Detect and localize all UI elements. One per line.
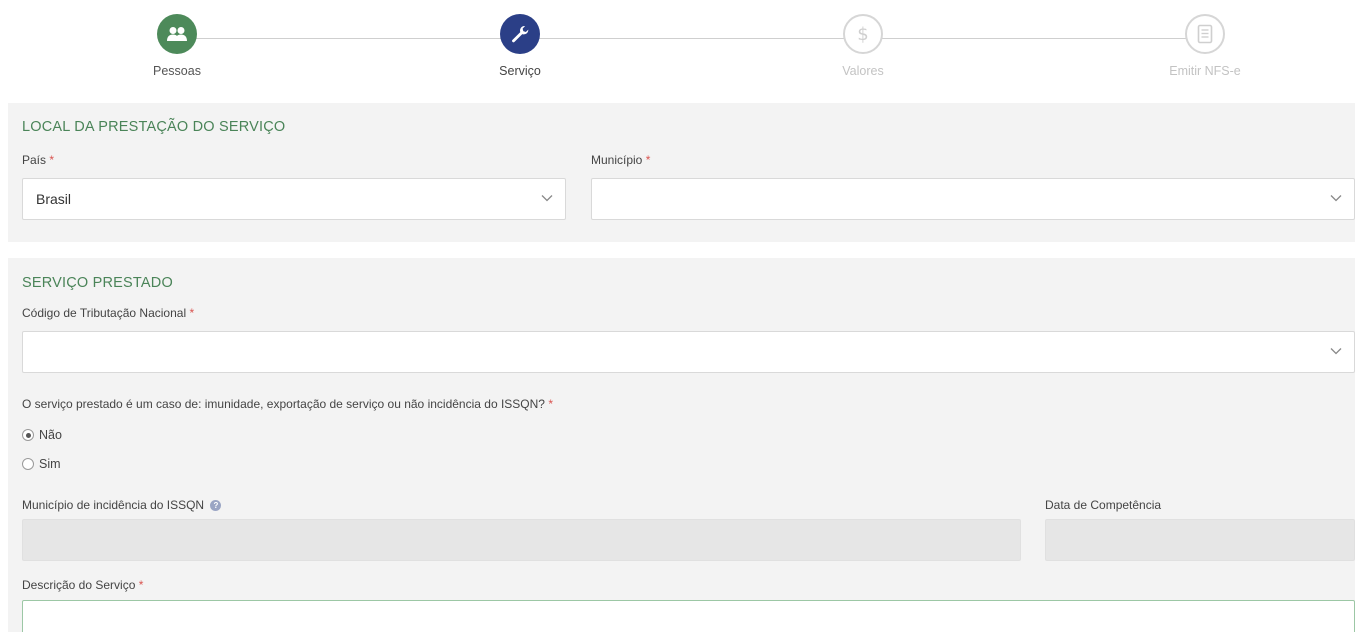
step-valores[interactable]: $ Valores <box>783 14 943 78</box>
data-competencia-field <box>1045 519 1355 561</box>
stepper-line <box>177 38 1205 39</box>
required-mark: * <box>49 153 55 167</box>
required-mark: * <box>138 578 144 592</box>
pais-select[interactable]: Brasil <box>22 178 566 220</box>
municipio-incidencia-label: Município de incidência do ISSQN ? <box>22 498 222 512</box>
municipio-select[interactable] <box>591 178 1355 220</box>
radio-option-sim[interactable]: Sim <box>22 457 61 471</box>
dollar-icon: $ <box>843 14 883 54</box>
step-label: Serviço <box>499 64 541 78</box>
required-mark: * <box>548 397 553 411</box>
step-label: Emitir NFS-e <box>1169 64 1241 78</box>
pais-label: País * <box>22 153 55 167</box>
people-icon <box>157 14 197 54</box>
codigo-label: Código de Tributação Nacional * <box>22 306 195 320</box>
chevron-down-icon <box>1330 348 1342 355</box>
radio-option-nao[interactable]: Não <box>22 428 62 442</box>
progress-stepper: Pessoas Serviço $ Valores Emitir NFS-e <box>0 0 1355 103</box>
issqn-question: O serviço prestado é um caso de: imunida… <box>22 397 553 411</box>
pais-value: Brasil <box>36 191 72 207</box>
radio-label: Sim <box>39 457 61 471</box>
descricao-textarea[interactable] <box>22 600 1355 632</box>
step-label: Pessoas <box>153 64 201 78</box>
section-title: SERVIÇO PRESTADO <box>22 275 173 291</box>
radio-button[interactable] <box>22 458 34 470</box>
municipio-label: Município * <box>591 153 651 167</box>
document-icon <box>1185 14 1225 54</box>
descricao-label: Descrição do Serviço * <box>22 578 144 592</box>
step-emitir[interactable]: Emitir NFS-e <box>1125 14 1285 78</box>
chevron-down-icon <box>1330 195 1342 202</box>
step-servico[interactable]: Serviço <box>440 14 600 78</box>
required-mark: * <box>189 306 195 320</box>
svg-text:$: $ <box>857 24 868 45</box>
section-title: LOCAL DA PRESTAÇÃO DO SERVIÇO <box>22 119 286 135</box>
servico-section: SERVIÇO PRESTADO Código de Tributação Na… <box>8 258 1355 632</box>
info-icon[interactable]: ? <box>210 500 222 512</box>
chevron-down-icon <box>541 195 553 202</box>
wrench-icon <box>500 14 540 54</box>
step-pessoas[interactable]: Pessoas <box>97 14 257 78</box>
local-section: LOCAL DA PRESTAÇÃO DO SERVIÇO País * Bra… <box>8 103 1355 242</box>
required-mark: * <box>645 153 651 167</box>
data-competencia-label: Data de Competência <box>1045 498 1162 512</box>
radio-button[interactable] <box>22 429 34 441</box>
radio-label: Não <box>39 428 62 442</box>
municipio-incidencia-field <box>22 519 1021 561</box>
step-label: Valores <box>842 64 884 78</box>
codigo-tributacao-select[interactable] <box>22 331 1355 373</box>
